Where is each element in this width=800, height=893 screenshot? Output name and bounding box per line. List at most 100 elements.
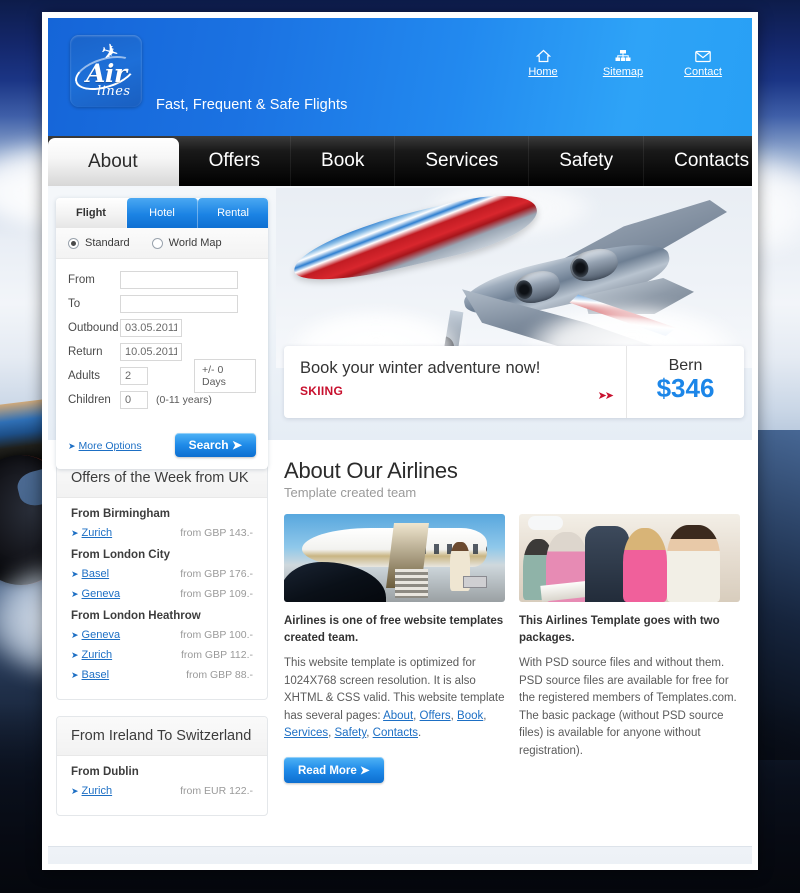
adults-input[interactable] <box>120 367 148 385</box>
nav-item-offers[interactable]: Offers <box>179 136 292 186</box>
offers-week-body: From Birmingham ➤ Zurich from GBP 143.- F… <box>57 498 267 699</box>
to-label: To <box>68 298 81 310</box>
page-container: ✈ Air lines Fast, Frequent & Safe Flight… <box>42 12 758 870</box>
offers-ireland-title: From Ireland To Switzerland <box>57 717 267 756</box>
facebook-icon[interactable]: f <box>70 869 92 870</box>
page-title: About Our Airlines <box>284 458 458 483</box>
offer-row[interactable]: ➤ Zurich from EUR 122.- <box>71 781 253 799</box>
offer-dest-wrap[interactable]: ➤ Zurich <box>71 523 112 541</box>
offer-destination[interactable]: Basel <box>82 568 110 580</box>
read-more-label: Read More <box>298 764 357 777</box>
more-options-link-wrap[interactable]: ➤ More Options <box>68 436 142 454</box>
more-options-link[interactable]: More Options <box>79 440 142 452</box>
offer-dest-wrap[interactable]: ➤ Basel <box>71 665 109 683</box>
outbound-label: Outbound <box>68 322 119 334</box>
outbound-date-input[interactable] <box>120 319 182 337</box>
field-row-children: Children (0-11 years) <box>68 391 256 409</box>
offer-row[interactable]: ➤ Geneva from GBP 109.- <box>71 584 253 602</box>
radio-world-map[interactable]: World Map <box>151 237 222 249</box>
promo-arrow-icon[interactable]: ➤➤ <box>598 389 615 402</box>
radio-standard-dot <box>68 237 79 249</box>
stumbleupon-icon[interactable]: su <box>124 869 146 870</box>
offer-row[interactable]: ➤ Geneva from GBP 100.- <box>71 625 253 643</box>
search-tab-hotel[interactable]: Hotel <box>127 198 198 228</box>
inline-link-safety[interactable]: Safety <box>335 727 367 739</box>
children-input[interactable] <box>120 391 148 409</box>
offer-row[interactable]: ➤ Basel from GBP 176.- <box>71 564 253 582</box>
nav-item-about[interactable]: About <box>48 138 179 186</box>
promo-banner[interactable]: Book your winter adventure now! SKIING ➤… <box>284 346 744 418</box>
inline-link-offers[interactable]: Offers <box>420 710 451 722</box>
inline-link-services[interactable]: Services <box>284 727 328 739</box>
to-input[interactable] <box>120 295 238 313</box>
utility-link-sitemap-label: Sitemap <box>602 66 644 78</box>
sidebar: Offers of the Week from UK From Birmingh… <box>56 458 268 832</box>
delicious-icon[interactable] <box>97 869 119 870</box>
offer-destination[interactable]: Zurich <box>82 527 113 539</box>
search-mode-group: Standard World Map <box>56 228 268 259</box>
cabin-passengers-photo <box>519 514 740 602</box>
offer-destination[interactable]: Zurich <box>82 785 113 797</box>
offer-dest-wrap[interactable]: ➤ Basel <box>71 564 109 582</box>
utility-link-home[interactable]: Home <box>516 46 570 78</box>
about-left-paragraph: This website template is optimized for 1… <box>284 657 505 740</box>
logo[interactable]: ✈ Air lines <box>70 35 142 107</box>
radio-standard[interactable]: Standard <box>68 237 130 249</box>
nav-item-contacts[interactable]: Contacts <box>644 136 752 186</box>
offer-row[interactable]: ➤ Zurich from GBP 143.- <box>71 523 253 541</box>
search-actions: ➤ More Options Search ➤ <box>56 425 268 469</box>
about-left-paragraph-end: . <box>418 727 422 740</box>
from-input[interactable] <box>120 271 238 289</box>
nav-item-services[interactable]: Services <box>395 136 530 186</box>
linkedin-icon[interactable]: in <box>178 869 200 870</box>
children-age-note: (0-11 years) <box>156 394 212 406</box>
car-figure <box>284 561 386 602</box>
offer-group-origin: From London Heathrow <box>71 610 201 622</box>
field-row-outbound: Outbound <box>68 319 256 337</box>
offer-destination[interactable]: Zurich <box>82 649 113 661</box>
field-row-return: Return +/- 0 Days <box>68 343 256 393</box>
inline-link-about[interactable]: About <box>383 710 413 722</box>
offer-price: from EUR 122.- <box>180 785 253 797</box>
offers-ireland-body: From Dublin ➤ Zurich from EUR 122.- <box>57 756 267 815</box>
read-more-button[interactable]: Read More ➤ <box>284 756 384 783</box>
utility-nav: Home Sitemap Contact <box>516 46 730 78</box>
about-right-lede: This Airlines Template goes with two pac… <box>519 615 720 644</box>
search-tab-flight[interactable]: Flight <box>56 198 127 228</box>
nav-item-safety[interactable]: Safety <box>529 136 645 186</box>
utility-link-sitemap[interactable]: Sitemap <box>596 46 650 78</box>
return-date-input[interactable] <box>120 343 182 361</box>
chevron-right-icon: ➤ <box>68 441 76 451</box>
search-form: From To Outbound Return +/- 0 Days <box>56 259 268 425</box>
chevron-right-icon: ➤ <box>71 569 79 579</box>
offer-dest-wrap[interactable]: ➤ Zurich <box>71 645 112 663</box>
offers-week-card: Offers of the Week from UK From Birmingh… <box>56 458 268 700</box>
offer-destination[interactable]: Geneva <box>82 588 121 600</box>
search-button[interactable]: Search ➤ <box>174 433 256 457</box>
offer-dest-wrap[interactable]: ➤ Geneva <box>71 625 120 643</box>
inline-link-book[interactable]: Book <box>457 710 483 722</box>
reddit-icon[interactable]: @ <box>205 869 227 870</box>
sitemap-icon <box>596 46 650 64</box>
twitter-icon[interactable]: t <box>151 869 173 870</box>
offers-ireland-card: From Ireland To Switzerland From Dublin … <box>56 716 268 816</box>
social-links: f su t in @ <box>70 869 227 870</box>
offer-destination[interactable]: Geneva <box>82 629 121 641</box>
offer-dest-wrap[interactable]: ➤ Geneva <box>71 584 120 602</box>
flight-search-panel: Flight Hotel Rental Standard World Map F… <box>56 198 268 469</box>
home-icon <box>516 46 570 64</box>
search-tabs: Flight Hotel Rental <box>56 198 268 228</box>
offer-dest-wrap[interactable]: ➤ Zurich <box>71 781 112 799</box>
utility-link-contact[interactable]: Contact <box>676 46 730 78</box>
search-tab-rental[interactable]: Rental <box>198 198 268 228</box>
hero-airplane-photo <box>276 188 752 368</box>
about-columns: Airlines is one of free website template… <box>284 514 740 783</box>
offer-row[interactable]: ➤ Zurich from GBP 112.- <box>71 645 253 663</box>
offer-row[interactable]: ➤ Basel from GBP 88.- <box>71 665 253 683</box>
nav-item-book[interactable]: Book <box>291 136 396 186</box>
chevron-right-icon: ➤ <box>71 589 79 599</box>
offer-destination[interactable]: Basel <box>82 669 110 681</box>
inline-link-contacts[interactable]: Contacts <box>373 727 418 739</box>
briefcase-figure <box>463 576 488 588</box>
about-right-paragraph: With PSD source files and without them. … <box>519 657 737 757</box>
